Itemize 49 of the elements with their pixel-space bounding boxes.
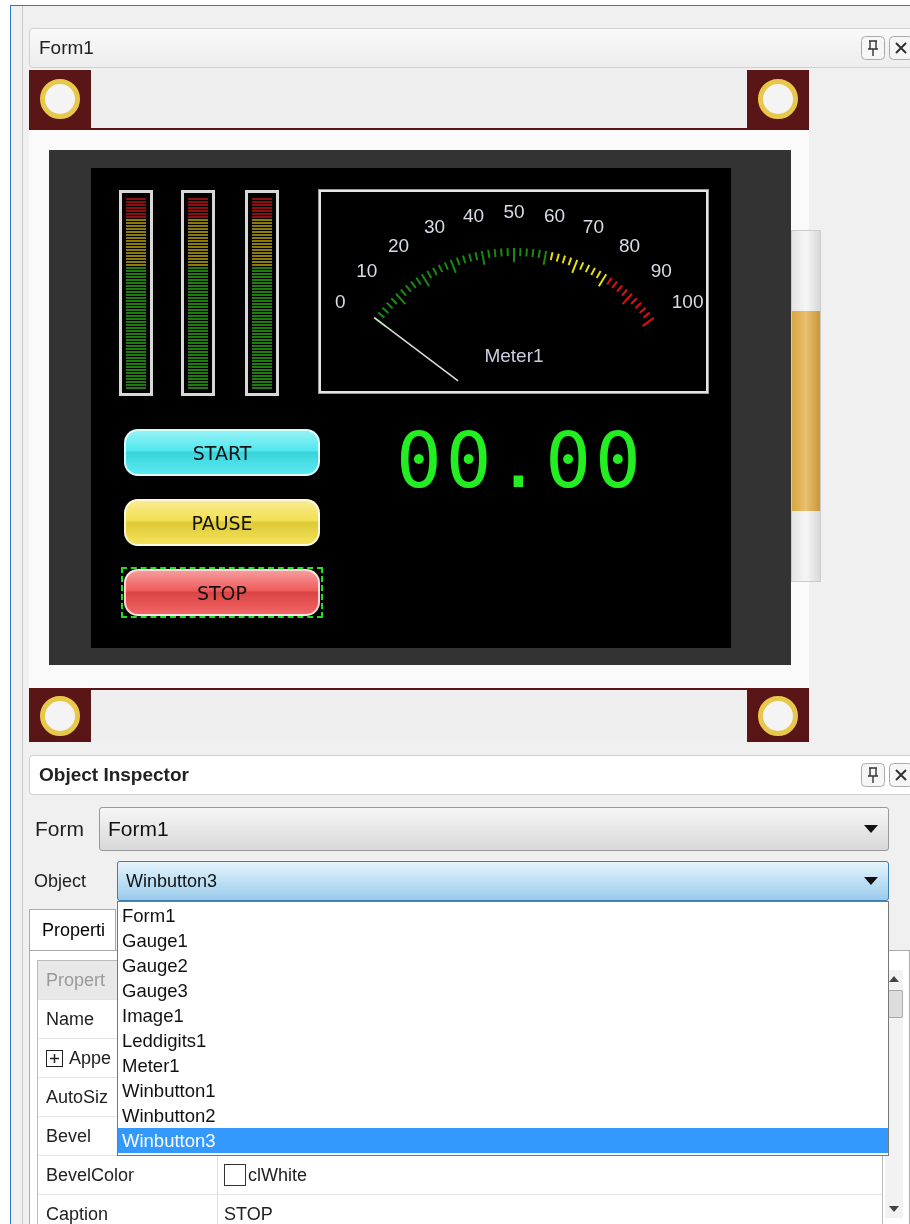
scale-label: 100 [671,291,704,313]
dropdown-option[interactable]: Gauge2 [118,953,888,978]
widget-button[interactable]: PAUSE [124,499,320,546]
close-icon[interactable] [889,763,910,787]
scale-label: 20 [387,235,410,257]
caret-icon[interactable] [864,877,878,885]
panel-title: Object Inspector [39,764,190,786]
close-icon[interactable] [889,36,910,60]
dropdown-option[interactable]: Winbutton2 [118,1103,888,1128]
scale-label: 40 [463,204,485,226]
property-value: clWhite [248,1164,307,1186]
dropdown-option[interactable]: Winbutton1 [118,1078,888,1103]
object-dropdown[interactable]: Winbutton3 [117,861,889,901]
widget-button[interactable]: STOP [124,569,320,616]
widget-button[interactable]: START [124,429,320,476]
dropdown-option[interactable]: Leddigits1 [118,1028,888,1053]
scroll-down-icon[interactable] [889,1206,899,1212]
led-display: 00.00 [396,423,645,499]
field-label: Object [33,870,88,892]
property-value: STOP [224,1203,273,1224]
panel-title: Form1 [39,37,95,59]
scale-label: 60 [543,204,565,226]
properties-tab[interactable]: Properti [29,909,117,950]
property-name: Caption [46,1203,109,1224]
caret-icon[interactable] [864,825,878,833]
property-name: Bevel [46,1125,92,1147]
property-name: BevelColor [46,1164,135,1186]
meter-caption: Meter1 [484,345,544,366]
dropdown-option[interactable]: Image1 [118,1003,888,1028]
scale-label: 10 [356,260,378,282]
scale-label: 70 [582,216,604,238]
dropdown-option[interactable]: Meter1 [118,1053,888,1078]
scale-label: 30 [424,216,446,238]
scale-label: 80 [618,235,641,257]
dropdown-option[interactable]: Form1 [118,903,888,928]
dropdown-option[interactable]: Gauge1 [118,928,888,953]
property-name: Appe [69,1047,112,1069]
scale-label: 50 [503,201,525,222]
scroll-up-icon[interactable] [889,976,899,982]
pin-icon[interactable] [861,36,885,60]
pin-icon[interactable] [861,763,885,787]
property-name: AutoSiz [46,1086,109,1108]
field-label: Form [34,817,85,841]
property-name: Name [46,1008,94,1030]
expand-icon[interactable] [46,1049,63,1067]
scale-label: 90 [650,260,672,282]
scale-label: 0 [335,291,346,313]
dropdown-option[interactable]: Gauge3 [118,978,888,1003]
form-dropdown[interactable]: Form1 [99,807,889,851]
